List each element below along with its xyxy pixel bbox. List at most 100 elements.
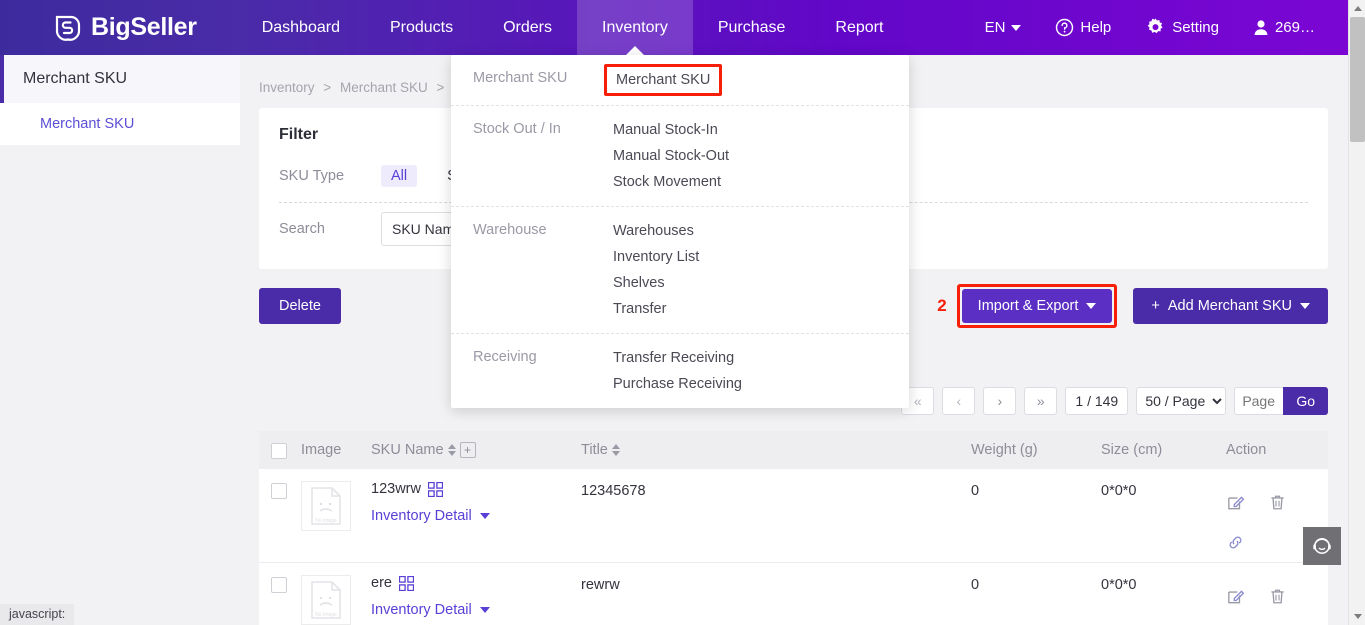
dropdown-link-inventory-list[interactable]: Inventory List — [613, 244, 763, 270]
account-label: 269… — [1274, 19, 1315, 36]
dropdown-group-merchant-sku: Merchant SKU Merchant SKU — [451, 55, 909, 106]
plus-icon: + — [1151, 298, 1160, 314]
page-go-button[interactable]: Go — [1283, 387, 1328, 415]
inventory-detail-label: Inventory Detail — [371, 508, 472, 524]
edit-icon[interactable] — [1226, 482, 1268, 522]
chevron-down-icon — [1300, 303, 1310, 309]
row-select-cell — [259, 481, 301, 499]
column-header-title: Title — [581, 442, 971, 458]
scroll-down-button[interactable] — [1349, 608, 1365, 625]
row-size-cell: 0*0*0 — [1101, 577, 1137, 593]
import-export-button[interactable]: Import & Export — [961, 289, 1113, 323]
delete-button[interactable]: Delete — [259, 288, 341, 324]
row-title-cell: rewrw — [581, 577, 620, 593]
chevron-down-icon — [1011, 24, 1022, 31]
add-column-icon[interactable]: + — [459, 442, 476, 458]
help-label: Help — [1080, 19, 1112, 36]
row-checkbox[interactable] — [271, 483, 287, 499]
dropdown-link-warehouses[interactable]: Warehouses — [613, 218, 763, 244]
browser-status-bar: javascript: — [0, 604, 75, 625]
nav-item-report[interactable]: Report — [810, 0, 908, 55]
row-size-cell: 0*0*0 — [1101, 483, 1137, 499]
column-header-size: Size (cm) — [1101, 442, 1163, 458]
dropdown-link-shelves[interactable]: Shelves — [613, 270, 763, 296]
import-export-label: Import & Export — [977, 298, 1079, 314]
dropdown-link-merchant-sku[interactable]: Merchant SKU — [604, 64, 723, 96]
sku-type-option-all[interactable]: All — [381, 165, 418, 187]
sort-icon[interactable] — [611, 444, 620, 456]
setting-label: Setting — [1172, 19, 1219, 36]
svg-text:No Image: No Image — [315, 518, 337, 524]
grid-variants-icon[interactable] — [427, 481, 443, 497]
gear-icon — [1147, 18, 1163, 34]
setting-button[interactable]: Setting — [1128, 17, 1236, 38]
delete-icon[interactable] — [1268, 576, 1310, 616]
customer-support-widget[interactable] — [1303, 527, 1341, 565]
page-scrollbar[interactable] — [1348, 0, 1365, 625]
scrollbar-thumb[interactable] — [1350, 17, 1365, 142]
sort-icon[interactable] — [447, 444, 456, 456]
pagination-prev-button[interactable]: ‹ — [942, 387, 976, 415]
column-header-sku-name-label: SKU Name — [371, 442, 444, 458]
page-jump-input[interactable] — [1234, 387, 1284, 415]
sku-type-label: SKU Type — [279, 168, 345, 184]
dropdown-group-warehouse: Warehouse Warehouses Inventory List Shel… — [451, 207, 909, 334]
row-checkbox[interactable] — [271, 577, 287, 593]
dropdown-category-label: Warehouse — [473, 222, 547, 238]
triangle-up-icon — [1353, 6, 1362, 11]
dropdown-link-transfer[interactable]: Transfer — [613, 296, 763, 322]
pagination-last-button[interactable]: » — [1024, 387, 1058, 415]
triangle-down-icon — [1353, 614, 1362, 619]
nav-item-inventory[interactable]: Inventory — [577, 0, 693, 55]
edit-icon[interactable] — [1226, 576, 1268, 616]
inventory-detail-toggle[interactable]: Inventory Detail — [371, 602, 581, 618]
svg-text:No Image: No Image — [315, 612, 337, 618]
language-selector[interactable]: EN — [968, 19, 1039, 36]
nav-item-purchase[interactable]: Purchase — [693, 0, 811, 55]
grid-variants-icon[interactable] — [398, 575, 414, 591]
help-button[interactable]: Help — [1038, 18, 1128, 37]
dropdown-category-label: Merchant SKU — [473, 70, 568, 86]
breadcrumb-item-0[interactable]: Inventory — [259, 80, 315, 95]
dropdown-link-group: Merchant SKU — [604, 55, 909, 105]
row-title-cell: 12345678 — [581, 483, 646, 499]
sku-name-value: ere — [371, 575, 392, 591]
dropdown-link-transfer-receiving[interactable]: Transfer Receiving — [613, 345, 763, 371]
delete-icon[interactable] — [1268, 482, 1310, 522]
brand-name: BigSeller — [91, 13, 197, 41]
annotation-marker-2: 2 — [937, 296, 947, 315]
header-select-all-cell — [259, 441, 301, 459]
breadcrumb-item-1[interactable]: Merchant SKU — [340, 80, 428, 95]
account-menu[interactable]: 269… — [1236, 19, 1332, 36]
link-icon[interactable] — [1226, 616, 1268, 625]
brand-logo-area[interactable]: BigSeller — [54, 13, 197, 42]
dropdown-link-manual-stock-out[interactable]: Manual Stock-Out — [613, 143, 763, 169]
add-merchant-sku-button[interactable]: + Add Merchant SKU — [1133, 288, 1328, 324]
row-weight-cell: 0 — [971, 577, 980, 593]
breadcrumb-separator: > — [323, 80, 332, 95]
column-header-sku-name: SKU Name + — [371, 442, 581, 458]
dropdown-link-manual-stock-in[interactable]: Manual Stock-In — [613, 117, 763, 143]
inventory-detail-label: Inventory Detail — [371, 602, 472, 618]
select-all-checkbox[interactable] — [271, 443, 287, 459]
sidebar-item-merchant-sku[interactable]: Merchant SKU — [0, 103, 240, 145]
dropdown-link-stock-movement[interactable]: Stock Movement — [613, 169, 763, 195]
dropdown-link-purchase-receiving[interactable]: Purchase Receiving — [613, 371, 763, 397]
row-action-cell — [1226, 575, 1328, 625]
table-header-row: Image SKU Name + Title Weight (g) Size (… — [259, 431, 1328, 469]
link-icon[interactable] — [1226, 522, 1268, 562]
sidebar: Merchant SKU Merchant SKU — [0, 55, 240, 625]
nav-item-products[interactable]: Products — [365, 0, 478, 55]
pagination-next-button[interactable]: › — [983, 387, 1017, 415]
page-size-select[interactable]: 50 / Page — [1136, 387, 1227, 415]
nav-item-orders[interactable]: Orders — [478, 0, 577, 55]
sku-name-group: 123wrw — [371, 481, 581, 497]
inventory-detail-toggle[interactable]: Inventory Detail — [371, 508, 581, 524]
import-export-highlight: Import & Export — [956, 284, 1118, 328]
scroll-up-button[interactable] — [1349, 0, 1365, 17]
dropdown-group-receiving: Receiving Transfer Receiving Purchase Re… — [451, 334, 909, 408]
table-row: No Image 123wrw Inventory Detail 1234567… — [259, 469, 1328, 563]
dropdown-group-stock-out-in: Stock Out / In Manual Stock-In Manual St… — [451, 106, 909, 207]
dropdown-link-group: Warehouses Inventory List Shelves Transf… — [613, 207, 909, 333]
nav-item-dashboard[interactable]: Dashboard — [237, 0, 365, 55]
